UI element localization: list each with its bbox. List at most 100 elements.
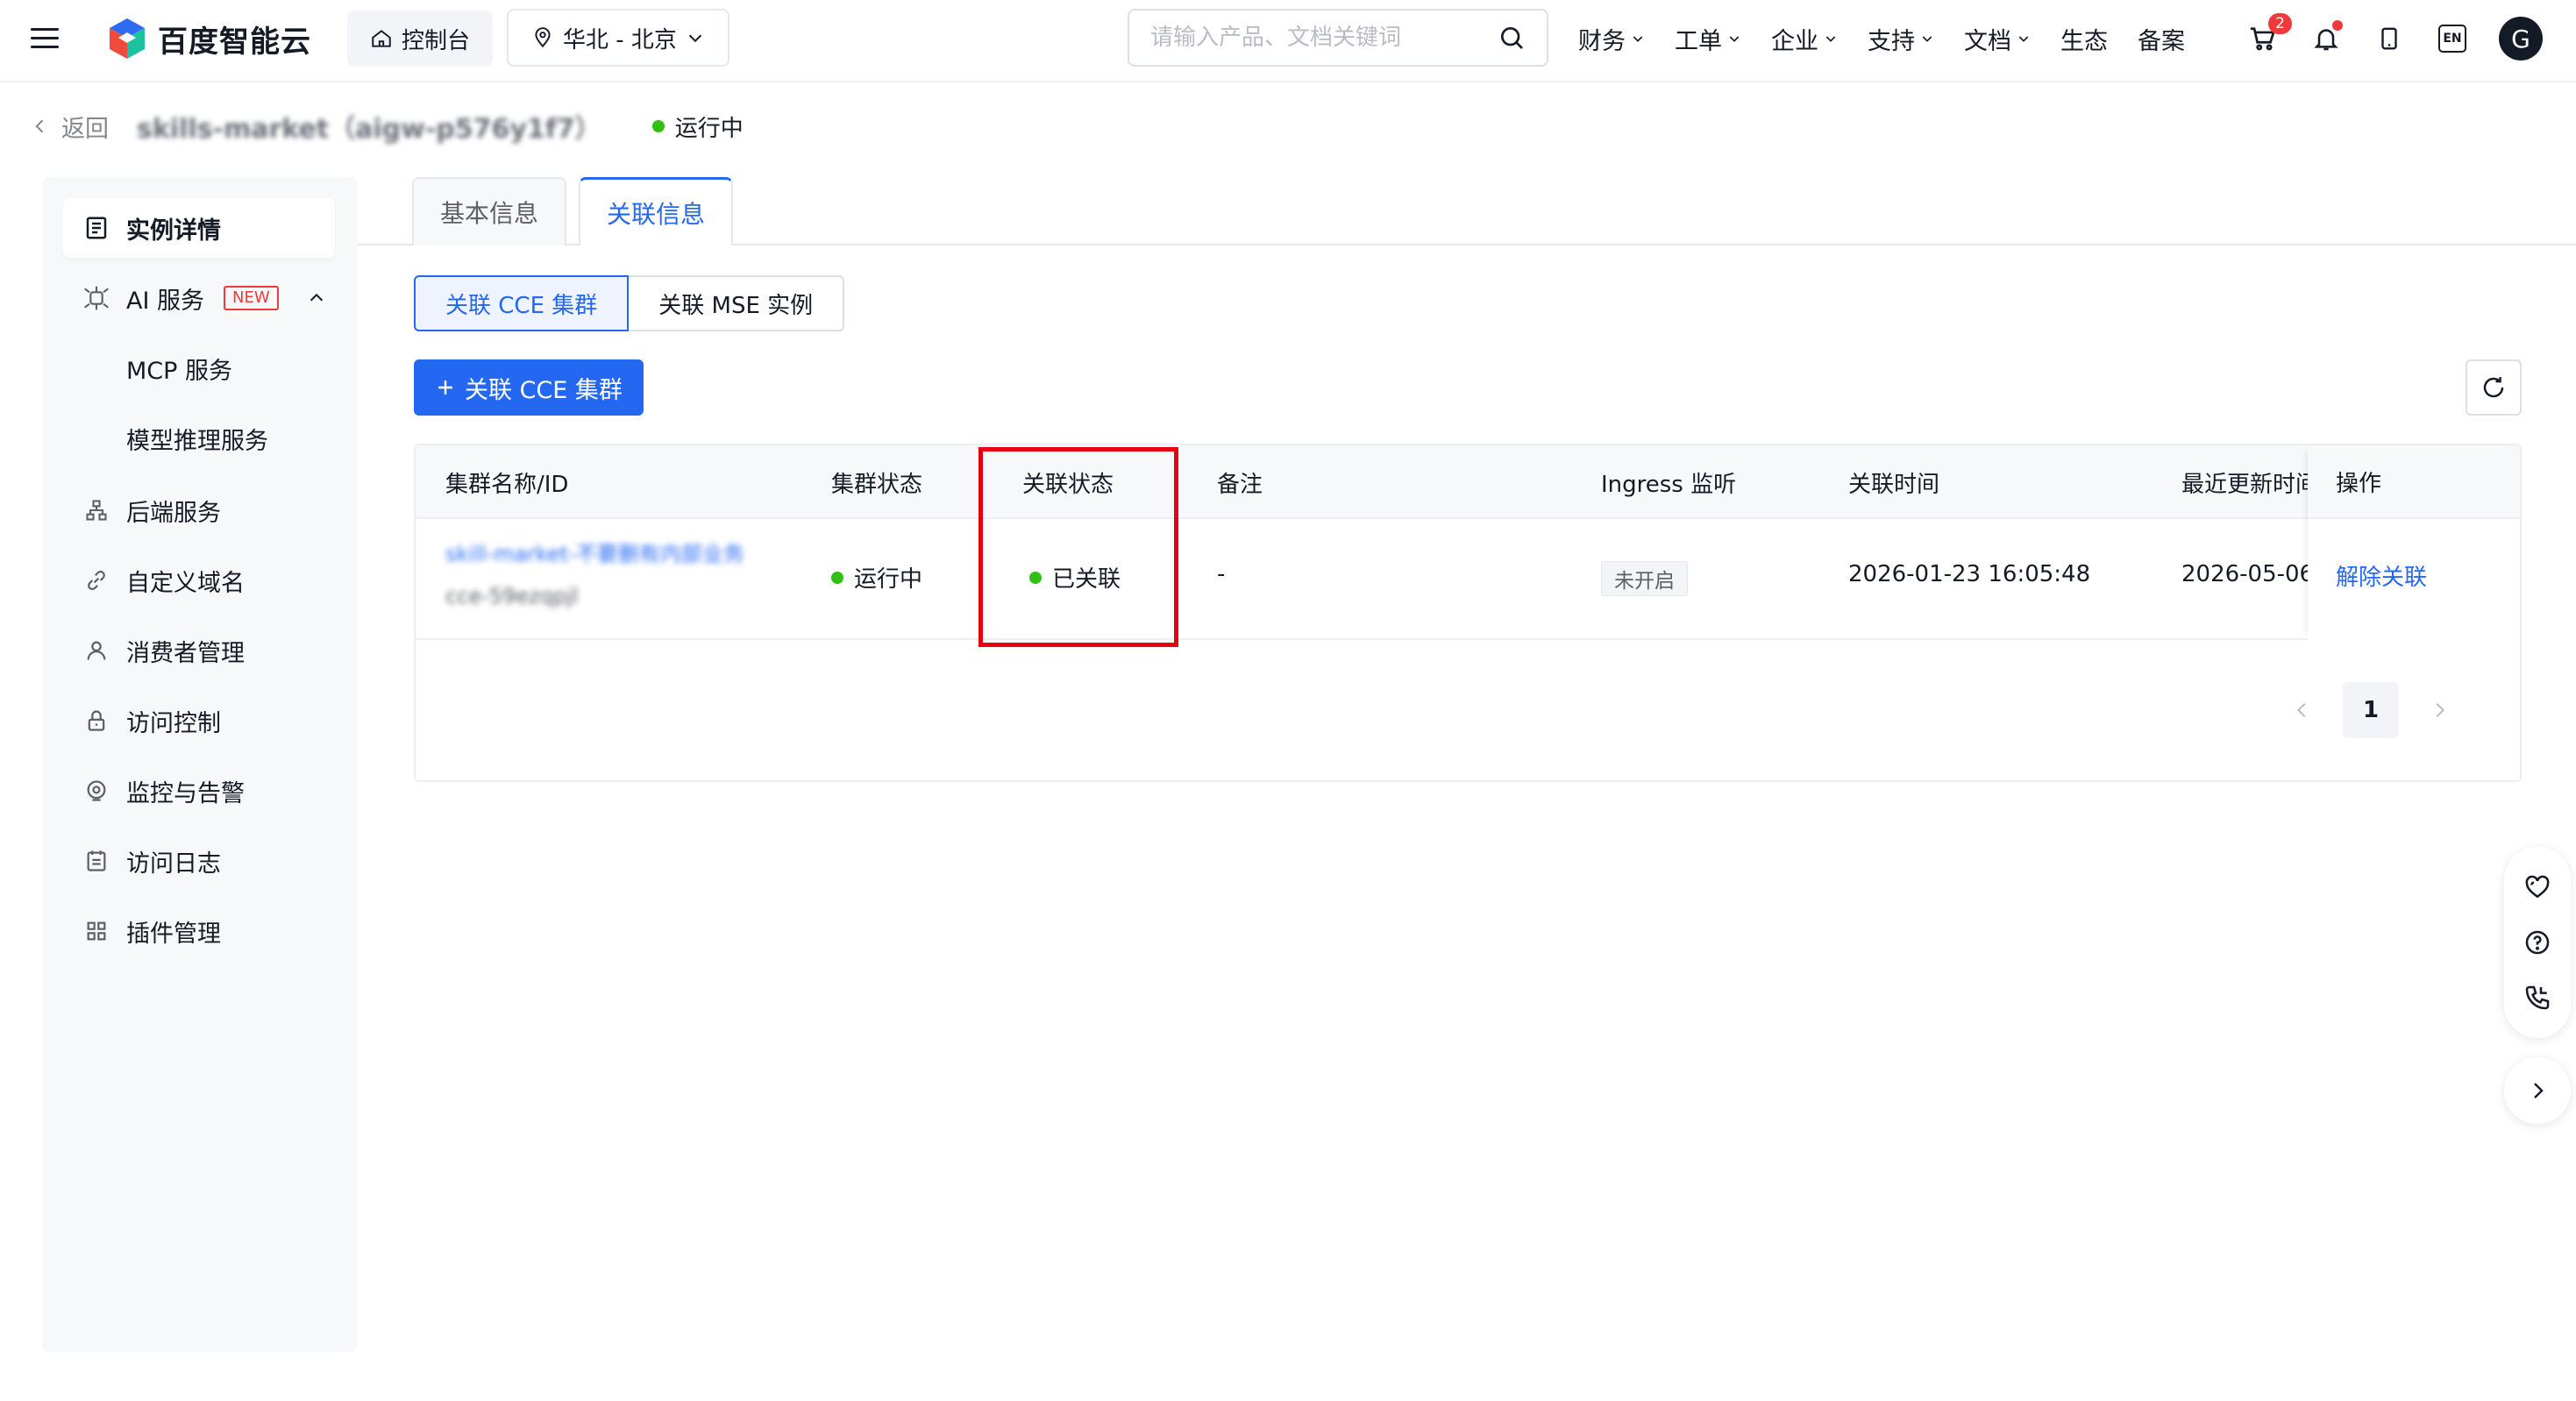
brand-logo[interactable]: 百度智能云 [105,16,311,61]
sidebar: 实例详情 AI 服务 NEW MCP 服务 模型推理服务 后端服务 自定义域名 … [42,177,358,1352]
lock-icon [82,707,110,735]
help-icon[interactable] [2522,927,2553,958]
cluster-status: 运行中 [831,561,922,594]
sidebar-item-consumer[interactable]: 消费者管理 [63,621,335,680]
sidebar-item-model-inference[interactable]: 模型推理服务 [63,409,335,468]
brand-name: 百度智能云 [158,24,311,60]
top-nav: 财务 工单 企业 支持 文档 生态 备案 [1578,19,2215,58]
sidebar-item-label: 访问控制 [126,709,221,737]
sidebar-item-label: 消费者管理 [126,639,245,667]
backend-icon [82,496,110,524]
segment-cce-cluster[interactable]: 关联 CCE 集群 [414,275,630,331]
ingress-cell: 未开启 [1601,561,1688,596]
col-link-time: 关联时间 [1848,471,1940,498]
sidebar-item-label: 监控与告警 [126,779,245,807]
baidu-cloud-logo-icon [110,18,145,59]
region-label: 华北 - 北京 [563,26,677,53]
notification-dot [2332,20,2343,31]
avatar[interactable]: G [2499,17,2543,60]
console-label: 控制台 [402,27,471,54]
phone-icon[interactable] [2522,982,2553,1013]
plus-icon [438,380,452,395]
sidebar-item-label: 访问日志 [126,850,221,878]
top-bar: 百度智能云 控制台 华北 - 北京 财务 工单 企业 支持 文档 生态 备案 2 [0,0,2576,82]
chevron-down-icon [688,34,702,43]
link-status-highlight-box [978,447,1178,647]
segment-mse-instance[interactable]: 关联 MSE 实例 [629,275,845,331]
sidebar-item-access-control[interactable]: 访问控制 [63,691,335,750]
update-time-cell: 2026-05-06 [2181,561,2308,587]
home-icon [372,30,391,47]
nav-label: 财务 [1578,27,1626,55]
ingress-tag: 未开启 [1601,561,1688,596]
chevron-up-icon[interactable] [307,288,326,308]
sidebar-item-custom-domain[interactable]: 自定义域名 [63,551,335,610]
chevron-left-icon [35,119,44,133]
operation-column: 操作 解除关联 [2308,445,2520,640]
sidebar-item-label: MCP 服务 [126,357,233,385]
table-row: skill-market-不要删有内部业务 cce-59ezqpjl 运行中 已… [416,519,2520,640]
nav-label: 备案 [2138,27,2185,55]
nav-enterprise[interactable]: 企业 [1771,22,1838,56]
grid-icon [82,917,110,945]
nav-ticket[interactable]: 工单 [1675,22,1741,56]
console-button[interactable]: 控制台 [347,11,494,67]
col-update-time: 最近更新时间 [2181,471,2308,498]
sidebar-item-backend-service[interactable]: 后端服务 [63,480,335,540]
sidebar-item-label: 插件管理 [126,920,221,948]
col-operation: 操作 [2308,445,2520,519]
sidebar-item-label: 实例详情 [126,217,221,245]
nav-docs[interactable]: 文档 [1964,22,2031,56]
ai-service-icon [82,284,110,312]
region-selector[interactable]: 华北 - 北京 [507,9,729,67]
sidebar-item-monitor[interactable]: 监控与告警 [63,761,335,821]
prev-page-icon[interactable] [2287,694,2318,726]
bell-icon[interactable] [2309,20,2343,55]
nav-label: 生态 [2060,27,2108,55]
sidebar-item-instance-detail[interactable]: 实例详情 [63,198,335,258]
nav-support[interactable]: 支持 [1868,22,1934,56]
tab-basic-info[interactable]: 基本信息 [412,177,567,245]
back-button[interactable]: 返回 [32,110,109,144]
language-icon[interactable]: EN [2436,22,2469,55]
search-icon[interactable] [1498,24,1526,52]
language-label: EN [2438,25,2466,53]
back-label: 返回 [61,115,109,143]
nav-filing[interactable]: 备案 [2138,22,2185,56]
top-icons: 2 EN G [2246,13,2543,63]
search-input[interactable] [1150,25,1466,51]
cluster-status-text: 运行中 [854,566,923,593]
user-icon [82,636,110,665]
cluster-id: cce-59ezqpjl [445,584,579,608]
refresh-icon [2483,377,2504,398]
next-page-icon[interactable] [2423,694,2455,726]
sidebar-item-ai-service[interactable]: AI 服务 NEW [63,268,335,328]
monitor-icon [82,777,110,805]
nav-label: 企业 [1771,27,1818,55]
expand-toolbar-button[interactable] [2504,1057,2571,1124]
sidebar-item-label: 自定义域名 [126,569,245,597]
sidebar-item-access-log[interactable]: 访问日志 [63,831,335,891]
link-cce-cluster-button[interactable]: 关联 CCE 集群 [414,359,644,416]
sidebar-item-plugins[interactable]: 插件管理 [63,901,335,961]
nav-label: 工单 [1675,27,1722,55]
floating-toolbar [2504,847,2571,1038]
nav-finance[interactable]: 财务 [1578,22,1645,56]
page-number[interactable]: 1 [2343,682,2399,738]
menu-icon[interactable] [30,23,60,53]
sidebar-item-label: AI 服务 [126,287,205,315]
sidebar-item-mcp-service[interactable]: MCP 服务 [63,338,335,398]
cart-icon[interactable]: 2 [2246,13,2292,55]
heart-icon[interactable] [2522,871,2553,903]
nav-ecosystem[interactable]: 生态 [2060,22,2108,56]
refresh-button[interactable] [2466,359,2522,416]
nav-label: 支持 [1868,27,1915,55]
cluster-name-link[interactable]: skill-market-不要删有内部业务 [445,537,744,567]
mobile-icon[interactable] [2373,22,2406,55]
pagination: 1 [2287,682,2455,738]
nav-label: 文档 [1964,27,2011,55]
tab-link-info[interactable]: 关联信息 [579,177,734,245]
status-text: 运行中 [674,115,744,142]
chevron-down-icon [2018,36,2029,42]
unlink-button[interactable]: 解除关联 [2336,559,2427,592]
